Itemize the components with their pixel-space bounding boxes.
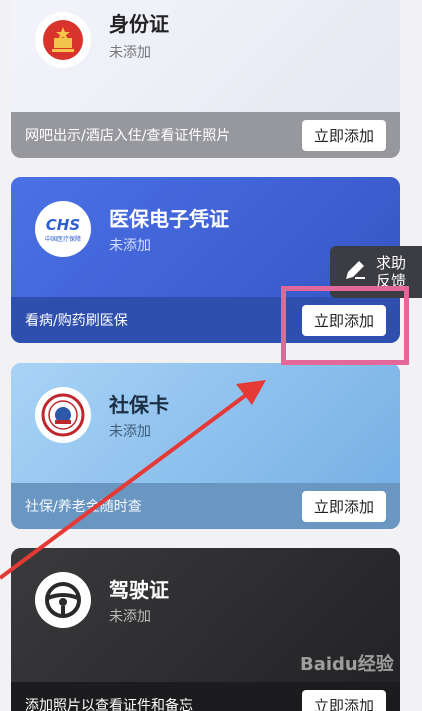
card-status: 未添加 [109, 424, 151, 440]
social-security-badge-icon [35, 387, 91, 443]
card-status: 未添加 [109, 238, 151, 254]
chs-logo-text: CHS [45, 215, 81, 234]
feedback-label: 求助 反馈 [376, 254, 406, 290]
watermark: Baidu经验 [300, 654, 394, 675]
card-status: 未添加 [109, 45, 151, 61]
card-title: 社保卡 [109, 393, 169, 417]
card-footer: 添加照片以查看证件和备忘 立即添加 [11, 682, 400, 711]
card-status: 未添加 [109, 609, 151, 625]
card-description: 社保/养老金随时查 [25, 499, 142, 515]
chs-logo-subtext: 中国医疗保障 [44, 235, 81, 243]
card-description: 添加照片以查看证件和备忘 [25, 698, 193, 711]
id-card[interactable]: 身份证 未添加 网吧出示/酒店入住/查看证件照片 立即添加 [11, 0, 400, 158]
feedback-label-line1: 求助 [376, 254, 407, 272]
chs-logo-icon: CHS 中国医疗保障 [35, 201, 91, 257]
card-description: 网吧出示/酒店入住/查看证件照片 [25, 128, 231, 144]
add-social-card-button[interactable]: 立即添加 [301, 490, 386, 522]
id-card-header: 身份证 未添加 [11, 0, 400, 112]
add-id-card-button[interactable]: 立即添加 [301, 119, 386, 151]
card-title: 驾驶证 [109, 578, 169, 602]
add-driving-license-button[interactable]: 立即添加 [301, 689, 386, 711]
card-title: 身份证 [109, 12, 169, 36]
driving-license-card[interactable]: 驾驶证 未添加 添加照片以查看证件和备忘 立即添加 [11, 548, 400, 711]
pencil-icon [342, 257, 368, 287]
social-security-card[interactable]: 社保卡 未添加 社保/养老金随时查 立即添加 [11, 363, 400, 529]
annotation-highlight-box [281, 286, 409, 365]
steering-wheel-icon [35, 572, 91, 628]
national-emblem-icon [35, 12, 91, 68]
card-footer: 网吧出示/酒店入住/查看证件照片 立即添加 [11, 112, 400, 158]
card-description: 看病/购药刷医保 [25, 313, 128, 329]
card-footer: 社保/养老金随时查 立即添加 [11, 483, 400, 529]
card-title: 医保电子凭证 [109, 207, 229, 231]
social-card-header: 社保卡 未添加 [11, 363, 400, 483]
